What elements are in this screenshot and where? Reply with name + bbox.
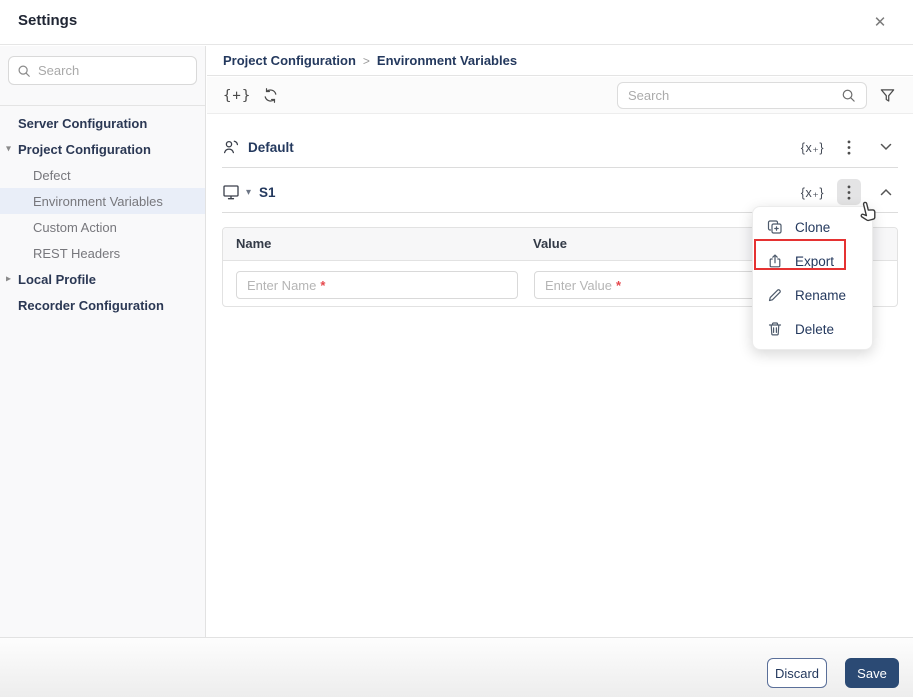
export-icon: [767, 253, 783, 269]
caret-down-icon[interactable]: ▾: [246, 187, 251, 198]
name-input-placeholder: Enter Name: [247, 277, 317, 293]
sidebar-item-rest-headers[interactable]: REST Headers: [0, 240, 205, 266]
column-header-name: Name: [236, 236, 272, 251]
clone-icon: [767, 219, 783, 235]
sidebar-search-placeholder: Search: [38, 63, 80, 78]
breadcrumb-current: Environment Variables: [376, 53, 518, 68]
settings-dialog: Settings ✕ Search Server Configuration ▾…: [0, 0, 913, 697]
required-marker: *: [615, 277, 622, 293]
close-icon: ✕: [873, 14, 887, 31]
sidebar: Search Server Configuration ▾ Project Co…: [0, 46, 206, 637]
sidebar-item-local-profile[interactable]: ▸ Local Profile: [0, 266, 205, 292]
sidebar-item-project-configuration[interactable]: ▾ Project Configuration: [0, 136, 205, 162]
default-kebab-menu-button[interactable]: [837, 134, 861, 160]
default-expand-button[interactable]: [874, 134, 898, 160]
section-s1-name: S1: [259, 184, 276, 200]
footer: Discard Save: [0, 638, 913, 697]
menu-item-clone[interactable]: Clone: [753, 210, 872, 244]
section-divider: [222, 167, 898, 168]
refresh-button[interactable]: [262, 77, 279, 114]
filter-icon: [879, 87, 896, 104]
trash-icon: [767, 321, 783, 337]
pencil-icon: [767, 287, 783, 303]
context-menu: Clone Export Rename Delete: [752, 206, 873, 350]
sidebar-item-recorder-configuration[interactable]: Recorder Configuration: [0, 292, 205, 318]
filter-button[interactable]: [875, 77, 900, 114]
default-variables-badge-icon[interactable]: {x₊}: [801, 140, 824, 155]
kebab-icon: [847, 139, 851, 155]
sidebar-nav: Server Configuration ▾ Project Configura…: [0, 110, 205, 318]
variables-search-input[interactable]: Search: [617, 82, 867, 109]
monitor-icon: [222, 183, 240, 201]
toolbar: {+} Search: [207, 77, 913, 114]
sidebar-item-environment-variables[interactable]: Environment Variables: [0, 188, 205, 214]
section-default[interactable]: Default {x₊}: [222, 128, 898, 166]
name-input[interactable]: Enter Name *: [236, 271, 518, 299]
s1-variables-badge-icon[interactable]: {x₊}: [801, 185, 824, 200]
add-variables-button[interactable]: {+}: [223, 77, 251, 114]
s1-kebab-menu-button[interactable]: [837, 179, 861, 205]
value-input-placeholder: Enter Value: [545, 277, 612, 293]
sidebar-item-custom-action[interactable]: Custom Action: [0, 214, 205, 240]
chevron-down-icon: [880, 143, 892, 151]
section-default-name: Default: [248, 139, 294, 155]
s1-collapse-button[interactable]: [874, 179, 898, 205]
dialog-title: Settings: [18, 12, 78, 29]
discard-button[interactable]: Discard: [767, 658, 827, 688]
required-marker: *: [320, 277, 326, 293]
sidebar-divider: [0, 105, 205, 106]
dialog-header: Settings ✕: [0, 0, 913, 45]
search-icon: [841, 88, 856, 103]
caret-right-icon: ▸: [6, 273, 12, 285]
variables-search-placeholder: Search: [628, 88, 670, 103]
users-icon: [222, 138, 240, 156]
breadcrumb: Project Configuration > Environment Vari…: [207, 46, 913, 76]
breadcrumb-separator-icon: >: [362, 53, 370, 68]
add-variables-icon: {+}: [223, 87, 252, 104]
kebab-icon: [847, 184, 851, 200]
sidebar-search-input[interactable]: Search: [8, 56, 197, 85]
sidebar-item-defect[interactable]: Defect: [0, 162, 205, 188]
breadcrumb-parent[interactable]: Project Configuration: [223, 53, 356, 68]
caret-down-icon: ▾: [6, 143, 12, 155]
column-header-value: Value: [533, 236, 567, 251]
search-icon: [17, 64, 31, 78]
sidebar-item-server-configuration[interactable]: Server Configuration: [0, 110, 205, 136]
save-button[interactable]: Save: [845, 658, 899, 688]
menu-item-rename[interactable]: Rename: [753, 278, 872, 312]
menu-item-delete[interactable]: Delete: [753, 312, 872, 346]
close-button[interactable]: ✕: [869, 12, 891, 34]
chevron-up-icon: [880, 188, 892, 196]
menu-item-export[interactable]: Export: [753, 244, 872, 278]
refresh-icon: [262, 87, 279, 104]
